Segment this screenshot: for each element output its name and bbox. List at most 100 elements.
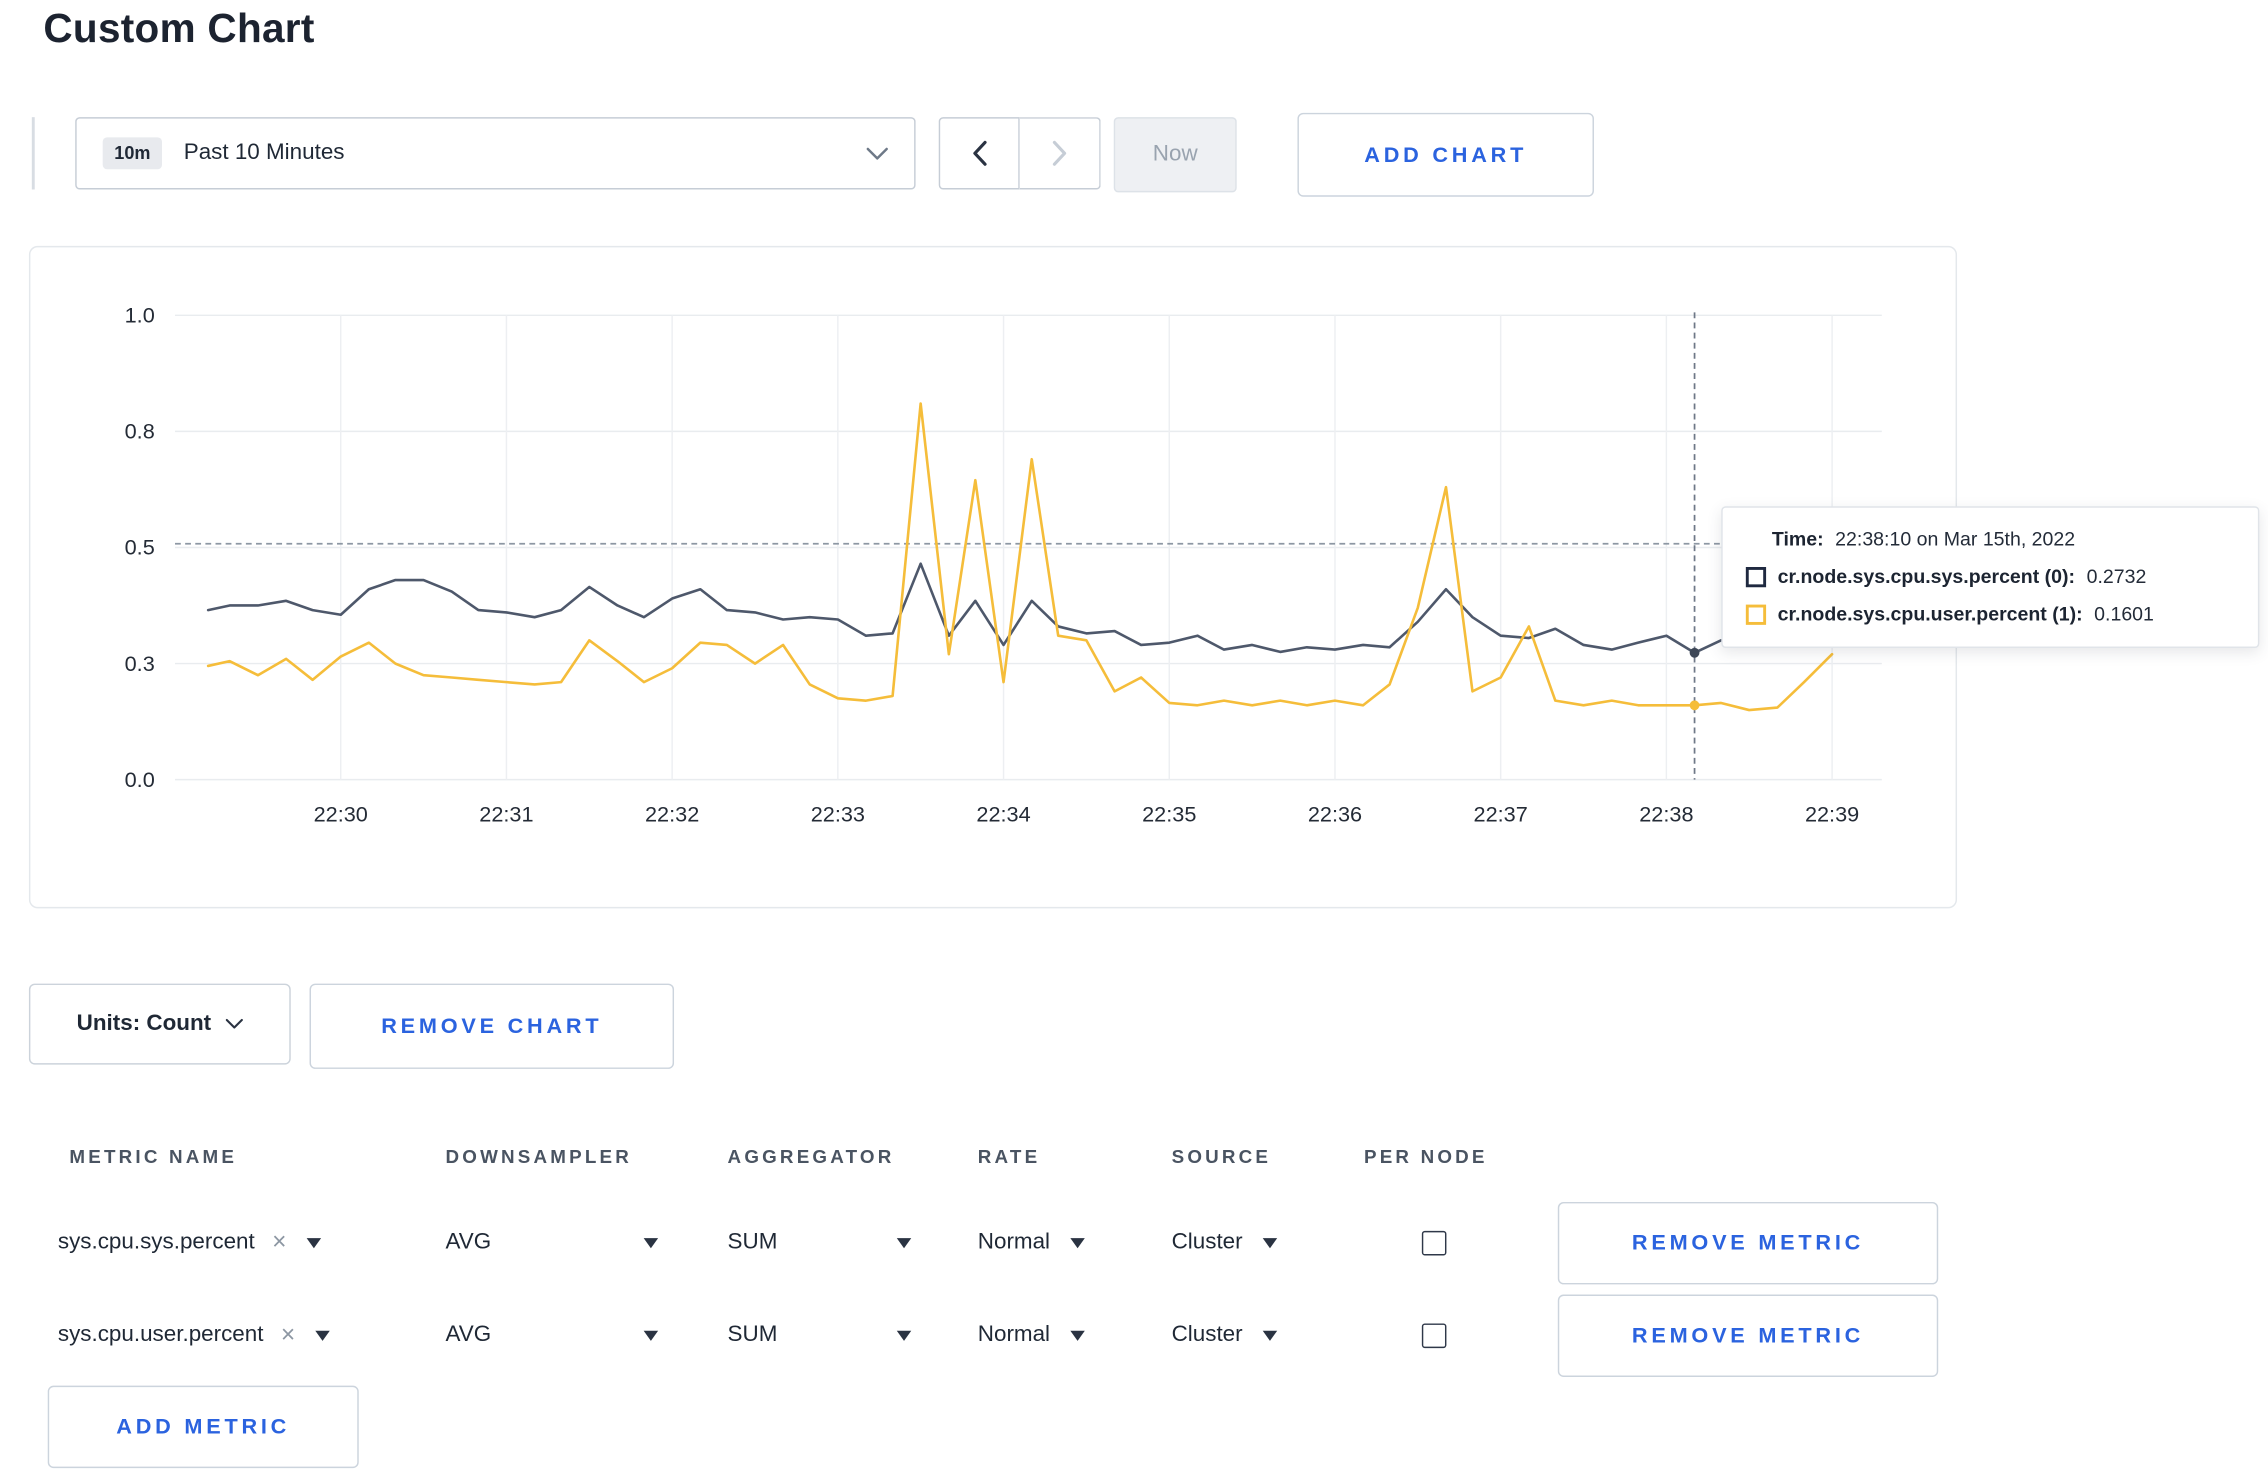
svg-text:0.8: 0.8 [125, 419, 155, 444]
series-user-swatch-icon [1745, 603, 1767, 625]
svg-text:22:35: 22:35 [1142, 802, 1196, 827]
remove-chart-label: REMOVE CHART [381, 1013, 603, 1039]
source-select[interactable]: Cluster [1172, 1196, 1278, 1289]
chevron-right-icon [1052, 140, 1067, 166]
col-aggregator: AGGREGATOR [727, 1145, 895, 1168]
aggregator-caret[interactable] [896, 1289, 912, 1382]
remove-metric-button[interactable]: REMOVE METRIC [1557, 1201, 1939, 1285]
svg-text:22:31: 22:31 [479, 802, 533, 827]
tooltip-series-value: 0.1601 [2094, 603, 2154, 625]
aggregator-select[interactable]: SUM [728, 1196, 778, 1289]
downsampler-caret[interactable] [643, 1289, 659, 1382]
source-select[interactable]: Cluster [1172, 1289, 1278, 1382]
downsampler-caret[interactable] [643, 1196, 659, 1289]
col-per-node: PER NODE [1363, 1145, 1488, 1168]
metrics-table-header: METRIC NAME DOWNSAMPLER AGGREGATOR RATE … [28, 1118, 1955, 1197]
tooltip-series-value: 0.2732 [2086, 565, 2147, 588]
chart-card: 0.0 0.3 0.5 0.8 1.0 22:30 22:31 22:32 22:33 22:34… [28, 245, 1958, 909]
caret-down-icon [896, 1329, 912, 1341]
downsampler-value: AVG [445, 1322, 492, 1347]
time-range-badge: 10m [102, 137, 163, 170]
prev-interval-button[interactable] [938, 117, 1020, 190]
per-node-cell [1421, 1196, 1447, 1289]
metric-name-select[interactable]: sys.cpu.user.percent × [58, 1289, 330, 1382]
svg-text:22:38: 22:38 [1639, 802, 1693, 827]
add-metric-button[interactable]: ADD METRIC [47, 1385, 359, 1469]
time-pager [938, 117, 1101, 190]
caret-down-icon [896, 1237, 912, 1248]
svg-text:22:30: 22:30 [314, 802, 368, 827]
caret-down-icon [1262, 1329, 1278, 1341]
chevron-left-icon [972, 140, 986, 166]
svg-text:0.3: 0.3 [125, 651, 155, 676]
col-rate: RATE [977, 1145, 1041, 1168]
caret-down-icon [643, 1237, 659, 1248]
downsampler-select[interactable]: AVG [446, 1289, 492, 1382]
per-node-checkbox[interactable] [1421, 1322, 1447, 1348]
metric-row: sys.cpu.sys.percent × AVG SUM Normal Clu… [28, 1196, 1955, 1289]
svg-text:22:32: 22:32 [645, 802, 699, 827]
now-button-label: Now [1152, 141, 1198, 167]
col-downsampler: DOWNSAMPLER [445, 1145, 632, 1168]
metric-name-select[interactable]: sys.cpu.sys.percent × [57, 1196, 322, 1289]
series-sys-swatch-icon [1745, 566, 1767, 587]
svg-text:22:39: 22:39 [1805, 802, 1859, 827]
downsampler-select[interactable]: AVG [446, 1196, 492, 1289]
source-value: Cluster [1171, 1322, 1243, 1347]
aggregator-select[interactable]: SUM [728, 1289, 778, 1382]
aggregator-value: SUM [727, 1322, 778, 1347]
metric-name-value: sys.cpu.sys.percent [57, 1229, 255, 1255]
aggregator-caret[interactable] [896, 1196, 912, 1289]
caret-down-icon [306, 1237, 322, 1248]
downsampler-value: AVG [445, 1229, 492, 1255]
time-range-label: Past 10 Minutes [183, 140, 345, 165]
tooltip-series-name: cr.node.sys.cpu.sys.percent (0): [1777, 565, 2076, 588]
rate-select[interactable]: Normal [978, 1196, 1085, 1289]
caret-down-icon [315, 1329, 330, 1341]
caret-down-icon [1070, 1329, 1085, 1341]
remove-metric-label: REMOVE METRIC [1631, 1230, 1865, 1256]
next-interval-button[interactable] [1019, 117, 1101, 190]
rate-value: Normal [977, 1229, 1051, 1255]
now-button[interactable]: Now [1113, 117, 1237, 193]
caret-down-icon [1070, 1237, 1085, 1248]
svg-text:22:34: 22:34 [976, 802, 1030, 827]
svg-text:1.0: 1.0 [125, 303, 155, 328]
caret-down-icon [643, 1329, 659, 1341]
chevron-down-icon [225, 1018, 243, 1029]
svg-text:0.0: 0.0 [125, 767, 155, 792]
tooltip-time-value: 22:38:10 on Mar 15th, 2022 [1835, 527, 2076, 550]
tooltip-series-name: cr.node.sys.cpu.user.percent (1): [1777, 603, 2083, 625]
clear-metric-icon[interactable]: × [272, 1228, 286, 1257]
units-label: Units: Count [76, 1011, 212, 1036]
rate-value: Normal [977, 1322, 1051, 1347]
svg-text:0.5: 0.5 [125, 535, 155, 560]
per-node-cell [1421, 1289, 1447, 1382]
tooltip-time-label: Time: [1771, 527, 1824, 550]
per-node-checkbox[interactable] [1421, 1230, 1447, 1255]
toolbar-divider [31, 117, 35, 190]
chevron-down-icon [866, 147, 888, 159]
caret-down-icon [1262, 1237, 1278, 1248]
rate-select[interactable]: Normal [978, 1289, 1085, 1382]
col-metric-name: METRIC NAME [69, 1145, 238, 1168]
remove-chart-button[interactable]: REMOVE CHART [309, 983, 675, 1069]
col-source: SOURCE [1171, 1145, 1272, 1168]
custom-chart-page: Custom Chart 10m Past 10 Minutes Now ADD… [0, 0, 2268, 1478]
svg-text:22:36: 22:36 [1308, 802, 1362, 827]
add-chart-label: ADD CHART [1364, 142, 1528, 168]
svg-text:22:33: 22:33 [811, 802, 865, 827]
add-metric-label: ADD METRIC [116, 1414, 291, 1440]
add-chart-button[interactable]: ADD CHART [1297, 112, 1594, 197]
remove-metric-label: REMOVE METRIC [1631, 1323, 1865, 1349]
clear-metric-icon[interactable]: × [281, 1321, 295, 1350]
source-value: Cluster [1171, 1229, 1243, 1255]
metric-name-value: sys.cpu.user.percent [57, 1322, 264, 1347]
units-select[interactable]: Units: Count [28, 983, 291, 1065]
chart-svg[interactable]: 0.0 0.3 0.5 0.8 1.0 22:30 22:31 22:32 22:33 22:34… [30, 247, 1952, 904]
metric-row: sys.cpu.user.percent × AVG SUM Normal Cl… [28, 1288, 1955, 1382]
time-range-select[interactable]: 10m Past 10 Minutes [75, 117, 916, 190]
page-title: Custom Chart [43, 5, 315, 51]
chart-tooltip: Time: 22:38:10 on Mar 15th, 2022 cr.node… [1721, 506, 2260, 649]
remove-metric-button[interactable]: REMOVE METRIC [1557, 1294, 1939, 1378]
